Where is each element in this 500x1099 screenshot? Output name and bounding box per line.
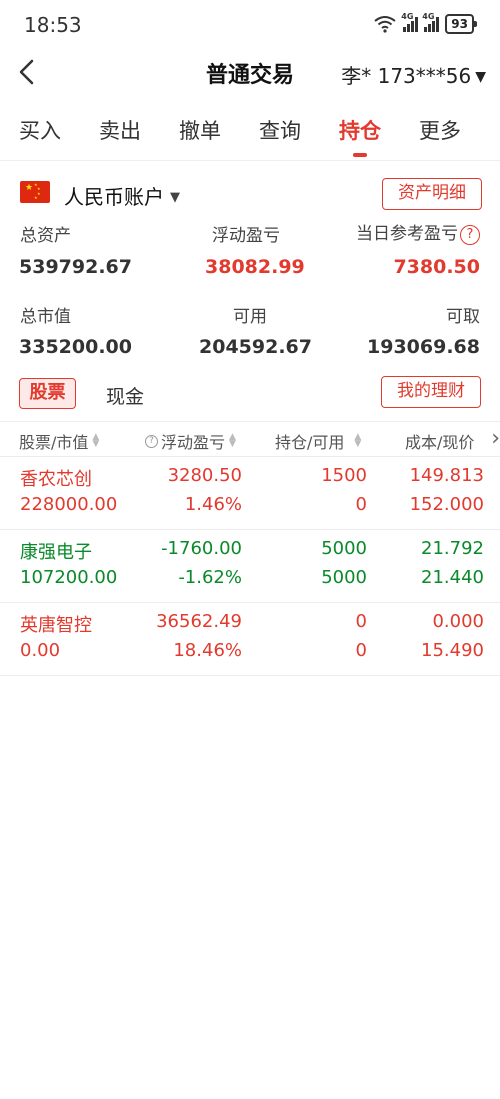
stock-pl: 36562.49 bbox=[156, 611, 242, 632]
chevron-left-icon bbox=[19, 59, 34, 85]
status-time: 18:53 bbox=[24, 13, 82, 37]
caret-down-icon: ▼ bbox=[475, 69, 486, 85]
column-header-label: 成本/现价 bbox=[405, 433, 475, 452]
table-row[interactable]: 康强电子 107200.00 -1760.00 -1.62% 5000 5000… bbox=[0, 530, 500, 603]
total-assets-label: 总资产 bbox=[20, 226, 71, 246]
caret-down-icon: ▼ bbox=[170, 190, 180, 205]
sort-icon: ▲ ▼ bbox=[354, 432, 362, 449]
tab-buy[interactable]: 买入 bbox=[0, 105, 80, 160]
day-pl-value: 7380.50 bbox=[393, 256, 480, 278]
stock-pl: 3280.50 bbox=[167, 465, 242, 486]
stock-position: 5000 bbox=[321, 538, 367, 559]
subtab-cash[interactable]: 现金 bbox=[106, 382, 144, 409]
stock-position: 0 bbox=[355, 611, 367, 632]
column-header-label: 持仓/可用 bbox=[275, 433, 345, 452]
status-bar: 18:53 4G 4G 93 bbox=[0, 0, 500, 48]
tab-more[interactable]: 更多 bbox=[400, 105, 480, 160]
table-row[interactable]: 英唐智控 0.00 36562.49 18.46% 0 0 0.000 15.4… bbox=[0, 603, 500, 676]
stock-name: 香农芯创 bbox=[20, 469, 92, 490]
table-header: 股票/市值 ▲ ▼ ? 浮动盈亏 ▲ ▼ 持仓/可用 ▲ ▼ 成本/现价 › bbox=[0, 421, 500, 457]
stock-pl-pct: -1.62% bbox=[178, 567, 242, 588]
stock-value: 0.00 bbox=[20, 640, 61, 661]
available-label: 可用 bbox=[233, 307, 267, 327]
account-label: 李* 173***56 bbox=[341, 64, 472, 88]
stock-position: 1500 bbox=[321, 465, 367, 486]
market-value-value: 335200.00 bbox=[19, 336, 132, 358]
column-header-label: 浮动盈亏 bbox=[161, 433, 226, 452]
back-button[interactable] bbox=[12, 56, 44, 88]
stock-price: 21.440 bbox=[421, 567, 484, 588]
float-pl-value: 38082.99 bbox=[205, 256, 305, 278]
china-flag-icon: ★ ★ ★ ★ ★ bbox=[20, 181, 50, 203]
stock-price: 15.490 bbox=[421, 640, 484, 661]
tab-query[interactable]: 查询 bbox=[240, 105, 320, 160]
status-icons: 4G 4G 93 bbox=[373, 12, 477, 34]
account-selector[interactable]: 李* 173***56 ▼ bbox=[341, 60, 486, 89]
float-pl-label: 浮动盈亏 bbox=[212, 226, 280, 246]
stock-cost: 0.000 bbox=[432, 611, 484, 632]
total-assets-value: 539792.67 bbox=[19, 256, 132, 278]
tab-sell[interactable]: 卖出 bbox=[80, 105, 160, 160]
nav-bar: 普通交易 李* 173***56 ▼ bbox=[0, 48, 500, 98]
network-type-label-2: 4G bbox=[422, 12, 435, 21]
tab-positions[interactable]: 持仓 bbox=[320, 105, 400, 160]
help-icon[interactable]: ? bbox=[460, 225, 480, 245]
available-value: 204592.67 bbox=[199, 336, 312, 358]
withdrawable-label: 可取 bbox=[446, 307, 480, 327]
asset-detail-button[interactable]: 资产明细 bbox=[382, 178, 482, 210]
network-type-label: 4G bbox=[401, 12, 414, 21]
stock-pl: -1760.00 bbox=[161, 538, 242, 559]
stock-name: 康强电子 bbox=[20, 542, 92, 563]
sort-icon: ▲ ▼ bbox=[92, 432, 100, 449]
account-type-selector[interactable]: 人民币账户 ▼ bbox=[64, 181, 180, 210]
stock-name: 英唐智控 bbox=[20, 615, 92, 636]
table-row[interactable]: 香农芯创 228000.00 3280.50 1.46% 1500 0 149.… bbox=[0, 457, 500, 530]
info-icon: ? bbox=[145, 434, 158, 448]
subtab-stock[interactable]: 股票 bbox=[19, 378, 76, 409]
stock-available: 5000 bbox=[321, 567, 367, 588]
day-pl-label-text: 当日参考盈亏 bbox=[356, 224, 458, 244]
trade-tabs: 买入 卖出 撤单 查询 持仓 更多 bbox=[0, 105, 500, 160]
signal-icon-2: 4G bbox=[422, 12, 440, 32]
column-header-label: 股票/市值 bbox=[19, 433, 89, 452]
divider bbox=[0, 160, 500, 161]
market-value-label: 总市值 bbox=[20, 307, 71, 327]
column-header-pl[interactable]: ? 浮动盈亏 ▲ ▼ bbox=[145, 429, 236, 453]
account-type-label: 人民币账户 bbox=[64, 185, 164, 209]
battery-icon: 93 bbox=[445, 14, 477, 34]
column-header-position[interactable]: 持仓/可用 ▲ ▼ bbox=[275, 429, 361, 453]
column-header-cost[interactable]: 成本/现价 bbox=[405, 429, 474, 453]
stock-available: 0 bbox=[355, 640, 367, 661]
signal-icon-1: 4G bbox=[401, 12, 419, 32]
withdrawable-value: 193069.68 bbox=[367, 336, 480, 358]
chevron-right-icon[interactable]: › bbox=[491, 426, 500, 451]
stock-cost: 21.792 bbox=[421, 538, 484, 559]
column-header-stock[interactable]: 股票/市值 ▲ ▼ bbox=[19, 429, 99, 453]
stock-value: 107200.00 bbox=[20, 567, 118, 588]
stock-pl-pct: 1.46% bbox=[184, 494, 242, 515]
wifi-icon bbox=[374, 16, 396, 33]
stock-cost: 149.813 bbox=[409, 465, 484, 486]
my-finance-button[interactable]: 我的理财 bbox=[381, 376, 481, 408]
tab-cancel[interactable]: 撤单 bbox=[160, 105, 240, 160]
stock-value: 228000.00 bbox=[20, 494, 118, 515]
stock-pl-pct: 18.46% bbox=[173, 640, 242, 661]
sort-icon: ▲ ▼ bbox=[229, 432, 236, 449]
stock-available: 0 bbox=[355, 494, 367, 515]
day-pl-label[interactable]: 当日参考盈亏? bbox=[356, 219, 480, 245]
stock-price: 152.000 bbox=[409, 494, 484, 515]
